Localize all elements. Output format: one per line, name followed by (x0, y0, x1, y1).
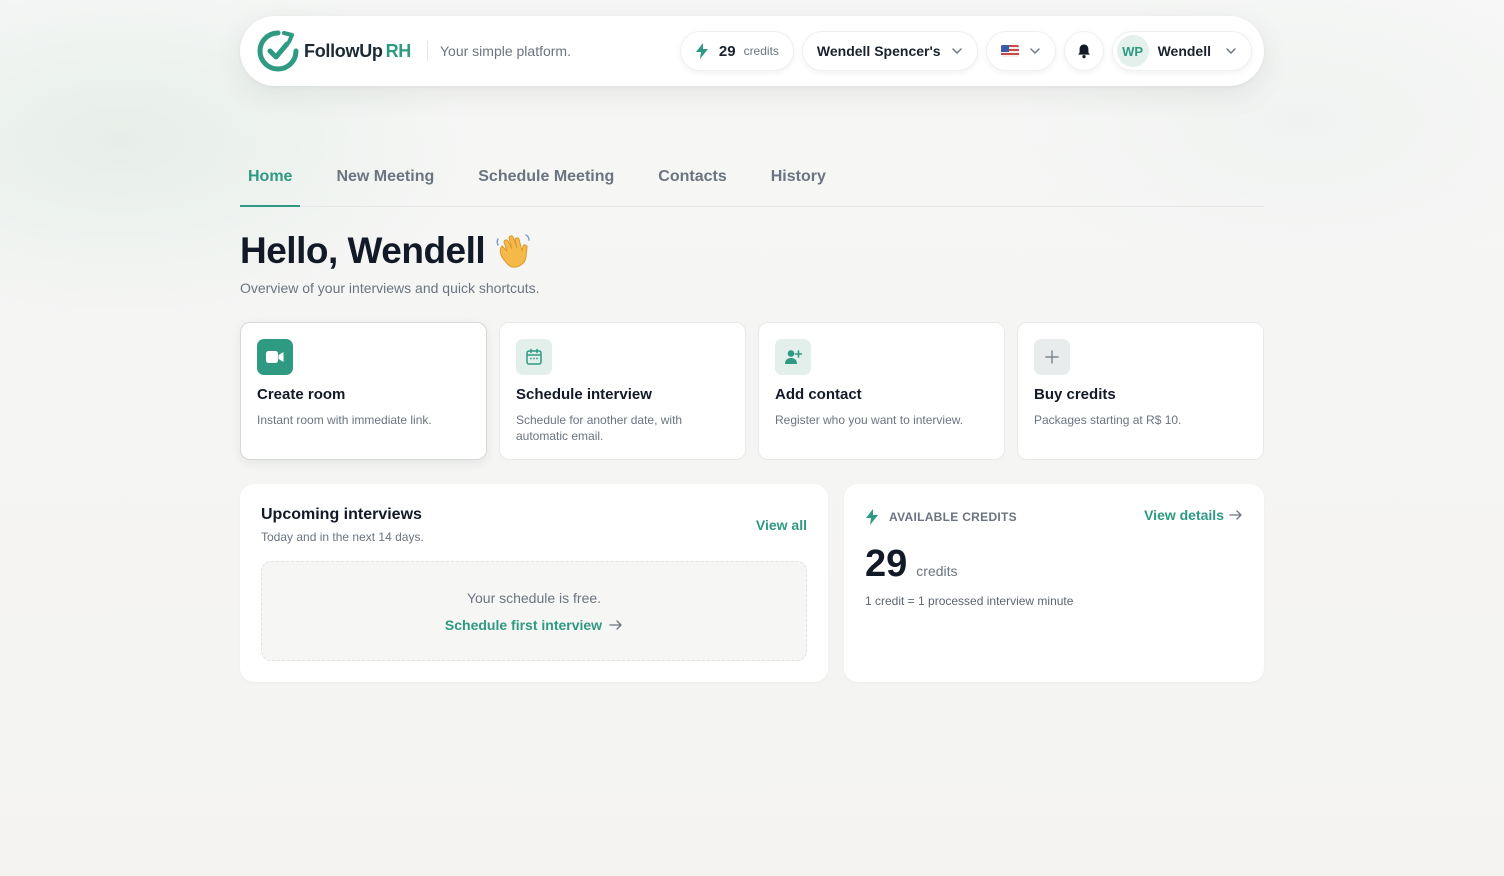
card-description: Schedule for another date, with automati… (516, 413, 683, 443)
organization-selector[interactable]: Wendell Spencer's (801, 31, 978, 71)
tab-history[interactable]: History (763, 150, 834, 207)
brand-name: FollowUp RH (304, 40, 411, 61)
upcoming-interviews-panel: Upcoming interviews Today and in the nex… (240, 484, 828, 682)
lightning-icon (866, 509, 878, 525)
card-title: Schedule interview (516, 386, 652, 403)
link-label: Schedule first interview (444, 616, 603, 633)
language-selector[interactable] (985, 31, 1056, 71)
calendar-icon (516, 339, 552, 375)
view-all-link[interactable]: View all (756, 517, 807, 533)
tab-schedule-meeting[interactable]: Schedule Meeting (470, 150, 622, 207)
waving-hand-icon (496, 234, 530, 268)
credits-chip[interactable]: 29 credits (679, 31, 794, 71)
panel-subtitle: Today and in the next 14 days. (261, 530, 424, 544)
panel-title: Upcoming interviews (261, 506, 422, 523)
avatar: WP (1116, 35, 1149, 67)
buy-credits-card[interactable]: Buy credits Packages starting at R$ 10. (1017, 322, 1264, 460)
tab-contacts[interactable]: Contacts (650, 150, 734, 207)
create-room-card[interactable]: Create room Instant room with immediate … (240, 322, 487, 460)
link-label: View details (1144, 507, 1224, 523)
plus-icon (1034, 339, 1070, 375)
empty-state-text: Your schedule is free. (466, 589, 602, 606)
video-camera-icon (257, 339, 293, 375)
card-description: Register who you want to interview. (775, 413, 964, 427)
schedule-interview-card[interactable]: Schedule interview Schedule for another … (499, 322, 746, 460)
chevron-down-icon (1226, 48, 1236, 54)
user-menu[interactable]: WP Wendell (1111, 31, 1252, 71)
tab-new-meeting[interactable]: New Meeting (328, 150, 442, 207)
view-details-link[interactable]: View details (1144, 507, 1243, 523)
header-divider (427, 41, 428, 61)
card-title: Create room (257, 386, 346, 403)
bell-icon (1077, 44, 1090, 59)
credits-count: 29 (718, 42, 736, 60)
credits-label: AVAILABLE CREDITS (889, 510, 1017, 524)
credit-rate-note: 1 credit = 1 processed interview minute (865, 594, 1074, 608)
page-title: Hello, Wendell (240, 230, 486, 271)
empty-schedule-state: Your schedule is free. Schedule first in… (261, 561, 807, 661)
chevron-down-icon (1029, 48, 1040, 54)
card-description: Instant room with immediate link. (257, 413, 432, 427)
credits-unit: credits (743, 44, 779, 58)
card-description: Packages starting at R$ 10. (1034, 413, 1182, 427)
card-title: Add contact (775, 386, 862, 403)
us-flag-icon (1000, 45, 1019, 57)
tagline: Your simple platform. (440, 43, 571, 59)
available-credits-panel: AVAILABLE CREDITS View details 29 credit… (844, 484, 1264, 682)
page-subtitle: Overview of your interviews and quick sh… (240, 280, 540, 296)
top-bar: FollowUp RH Your simple platform. 29 cred… (240, 16, 1264, 86)
card-title: Buy credits (1034, 386, 1116, 403)
arrow-right-icon (609, 619, 622, 630)
followup-logo-icon (257, 30, 299, 72)
notifications-button[interactable] (1063, 31, 1104, 71)
brand-logo[interactable]: FollowUp RH (256, 29, 411, 73)
add-user-icon (775, 339, 811, 375)
lightning-icon (695, 43, 708, 59)
user-name: Wendell (1157, 43, 1211, 59)
schedule-first-interview-link[interactable]: Schedule first interview (445, 617, 623, 633)
credits-balance-number: 29 (865, 543, 908, 585)
chevron-down-icon (951, 48, 962, 54)
organization-name: Wendell Spencer's (816, 43, 941, 59)
tab-home[interactable]: Home (240, 150, 301, 207)
add-contact-card[interactable]: Add contact Register who you want to int… (758, 322, 1005, 460)
greeting: Hello, Wendell (240, 230, 533, 272)
main-tabs: Home New Meeting Schedule Meeting Contac… (240, 150, 1264, 207)
arrow-right-icon (1229, 510, 1242, 520)
credits-balance: 29 credits (865, 543, 1243, 586)
quick-actions: Create room Instant room with immediate … (240, 322, 1264, 460)
credits-balance-unit: credits (916, 563, 958, 579)
